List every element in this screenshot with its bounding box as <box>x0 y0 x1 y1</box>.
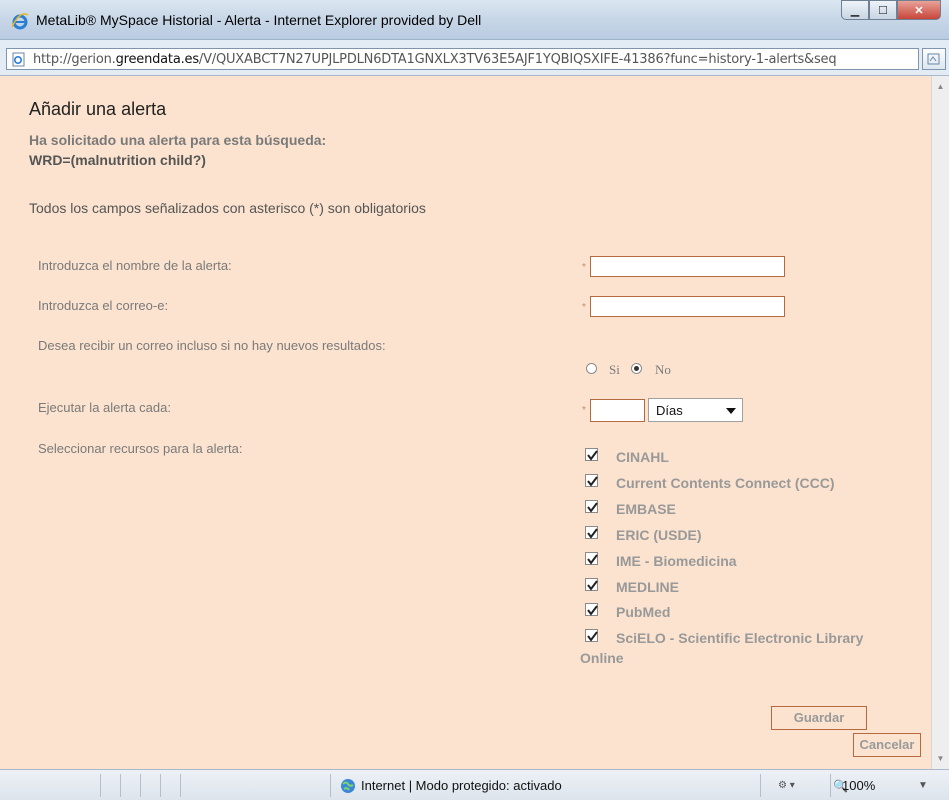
scroll-down-arrow-icon[interactable]: ▼ <box>932 750 949 767</box>
radio-yes-label: Si <box>609 362 620 377</box>
resource-checkbox[interactable] <box>585 526 598 539</box>
save-button[interactable]: Guardar <box>771 706 867 730</box>
checkmark-icon <box>587 554 598 565</box>
notify-label: Desea recibir un correo incluso si no ha… <box>38 338 386 353</box>
frequency-unit-value: Días <box>656 403 683 418</box>
radio-yes[interactable] <box>586 363 597 374</box>
status-divider <box>330 774 331 797</box>
globe-icon <box>341 779 355 793</box>
chevron-down-icon <box>726 408 736 414</box>
cancel-button[interactable]: Cancelar <box>853 733 921 757</box>
request-label: Ha solicitado una alerta para esta búsqu… <box>29 132 327 148</box>
status-divider <box>180 774 181 797</box>
email-input[interactable] <box>590 296 785 317</box>
checkmark-icon <box>587 528 598 539</box>
resource-checkbox[interactable] <box>585 603 598 616</box>
status-divider <box>120 774 121 797</box>
mandatory-note: Todos los campos señalizados con asteris… <box>29 200 426 216</box>
resources-label: Seleccionar recursos para la alerta: <box>38 441 243 456</box>
resource-checkbox[interactable] <box>585 448 598 461</box>
status-divider <box>830 774 831 797</box>
resource-label: IME - Biomedicina <box>616 553 737 569</box>
frequency-unit-select[interactable]: Días <box>648 398 743 422</box>
checkmark-icon <box>587 450 598 461</box>
zoom-level[interactable]: 100% <box>842 778 875 793</box>
checkmark-icon <box>587 631 598 642</box>
address-bar: http://gerion.greendata.es/V/QUXABCT7N27… <box>0 40 949 76</box>
window-title-bar: MetaLib® MySpace Historial - Alerta - In… <box>0 0 949 40</box>
radio-no[interactable] <box>631 363 642 374</box>
url-text: http://gerion.greendata.es/V/QUXABCT7N27… <box>33 52 837 67</box>
status-divider <box>140 774 141 797</box>
email-label: Introduzca el correo-e: <box>38 298 169 313</box>
window-controls: ▁ ☐ ✕ <box>841 0 941 20</box>
resource-label: SciELO - Scientific Electronic Library <box>616 630 864 646</box>
internet-explorer-icon <box>11 13 29 30</box>
resource-checkbox[interactable] <box>585 578 598 591</box>
zoom-dropdown-icon[interactable]: ▼ <box>918 780 928 791</box>
required-star: * <box>582 405 586 416</box>
search-query: WRD=(malnutrition child?) <box>29 152 206 168</box>
resource-checkbox[interactable] <box>585 500 598 513</box>
checkmark-icon <box>587 580 598 591</box>
alert-name-label: Introduzca el nombre de la alerta: <box>38 258 232 273</box>
page-icon <box>12 52 25 67</box>
required-star: * <box>582 302 586 313</box>
url-field[interactable]: http://gerion.greendata.es/V/QUXABCT7N27… <box>6 48 919 70</box>
status-divider <box>160 774 161 797</box>
required-star: * <box>582 262 586 273</box>
vertical-scrollbar[interactable]: ▲ ▼ <box>931 76 949 769</box>
minimize-button[interactable]: ▁ <box>841 0 869 20</box>
status-divider <box>100 774 101 797</box>
resource-checkbox[interactable] <box>585 552 598 565</box>
resource-checkbox[interactable] <box>585 629 598 642</box>
compatibility-view-button[interactable] <box>922 48 946 70</box>
page-title: Añadir una alerta <box>29 99 167 119</box>
resource-label: CINAHL <box>616 449 669 465</box>
radio-no-label: No <box>655 362 671 377</box>
checkmark-icon <box>587 605 598 616</box>
resource-label-continuation: Online <box>580 650 624 666</box>
alert-name-input[interactable] <box>590 256 785 277</box>
frequency-label: Ejecutar la alerta cada: <box>38 400 171 415</box>
status-divider <box>760 774 761 797</box>
resource-label: MEDLINE <box>616 579 679 595</box>
status-bar: Internet | Modo protegido: activado ⚙ ▾ … <box>0 769 949 800</box>
resource-label: ERIC (USDE) <box>616 527 702 543</box>
checkmark-icon <box>587 502 598 513</box>
frequency-input[interactable] <box>590 399 645 422</box>
window-title: MetaLib® MySpace Historial - Alerta - In… <box>36 12 482 28</box>
page-content <box>0 76 931 769</box>
maximize-button[interactable]: ☐ <box>869 0 897 20</box>
protected-mode-icon[interactable]: ⚙ ▾ <box>778 780 795 791</box>
resource-label: Current Contents Connect (CCC) <box>616 475 835 491</box>
scroll-up-arrow-icon[interactable]: ▲ <box>932 78 949 95</box>
resource-checkbox[interactable] <box>585 474 598 487</box>
checkmark-icon <box>587 476 598 487</box>
close-button[interactable]: ✕ <box>897 0 941 20</box>
security-zone-text: Internet | Modo protegido: activado <box>361 778 562 793</box>
resource-label: PubMed <box>616 604 671 620</box>
compatibility-view-icon <box>927 53 940 65</box>
resource-label: EMBASE <box>616 501 676 517</box>
